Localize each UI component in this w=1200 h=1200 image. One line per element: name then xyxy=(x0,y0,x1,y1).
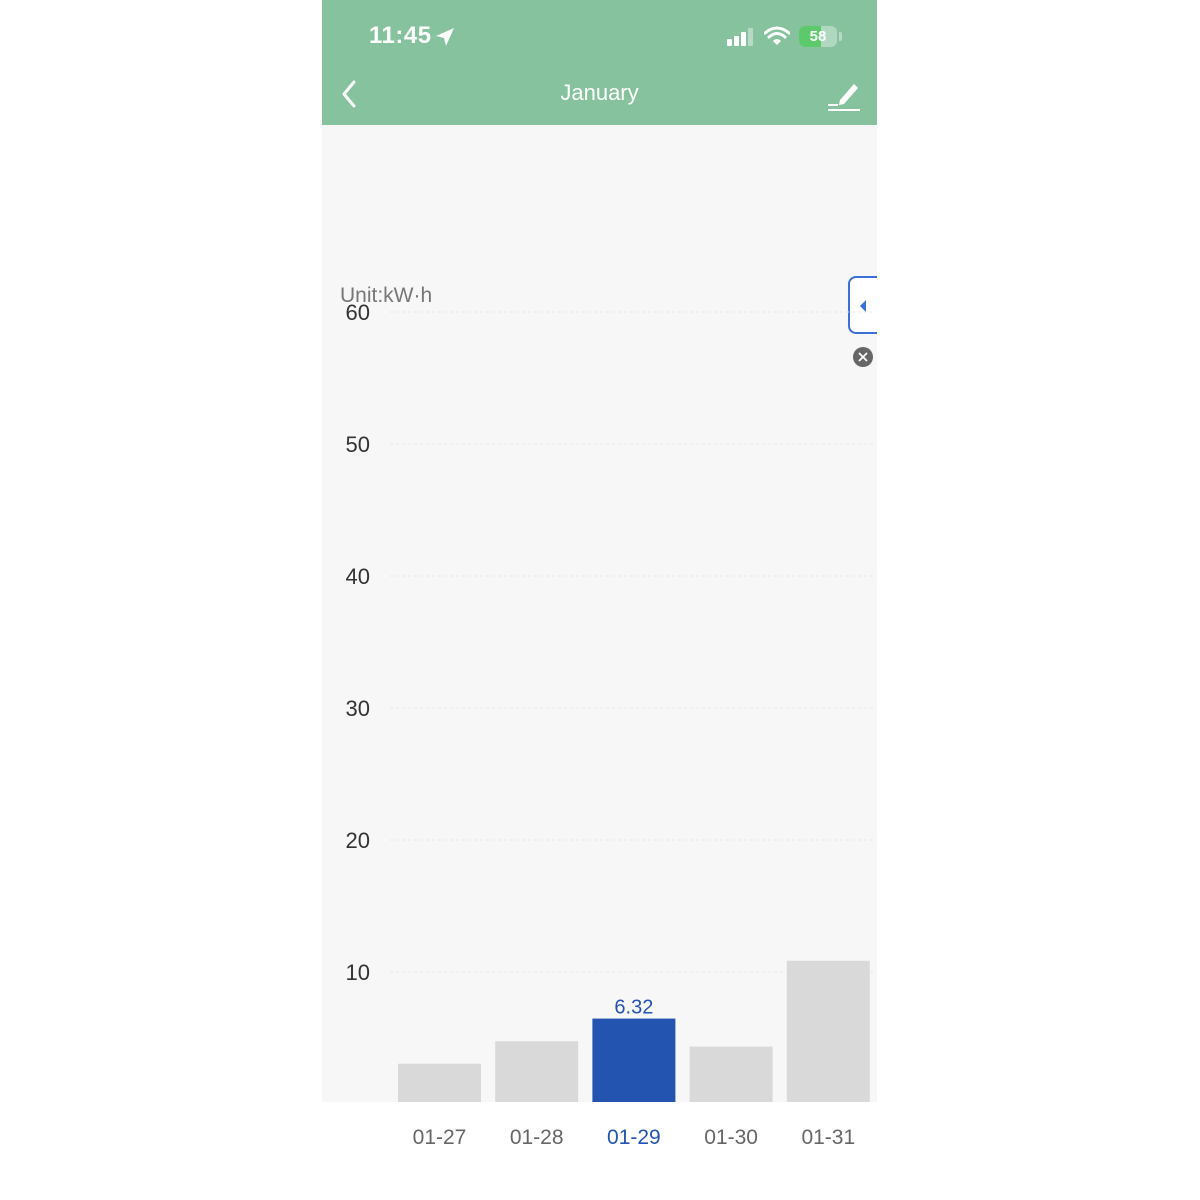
y-tick-label: 30 xyxy=(346,696,370,721)
x-tick-label: 01-29 xyxy=(607,1126,661,1149)
bar-chart: 10 20 30 40 50 60 01-27 01-28 01-29 6.32 01-30 01-3… xyxy=(346,300,875,1149)
x-tick-label: 01-30 xyxy=(704,1126,758,1149)
y-tick-label: 40 xyxy=(346,564,370,589)
phone-screen: 11:45 58 January Unit:kW·h 10 20 30 40 5… xyxy=(322,0,877,1200)
bar-01-30[interactable] xyxy=(689,1046,773,1102)
bar-01-28[interactable] xyxy=(495,1041,579,1102)
x-tick-label: 01-27 xyxy=(413,1126,467,1149)
x-tick-label: 01-28 xyxy=(510,1126,564,1149)
y-tick-label: 50 xyxy=(346,432,370,457)
selected-value-label: 6.32 xyxy=(614,997,653,1019)
y-tick-label: 20 xyxy=(346,828,370,853)
x-tick-label: 01-31 xyxy=(801,1126,855,1149)
y-tick-label: 60 xyxy=(346,300,370,325)
y-tick-label: 10 xyxy=(346,960,370,985)
bar-01-29[interactable] xyxy=(592,1018,676,1102)
bar-01-31[interactable] xyxy=(786,960,870,1102)
bar-01-27[interactable] xyxy=(398,1063,481,1102)
